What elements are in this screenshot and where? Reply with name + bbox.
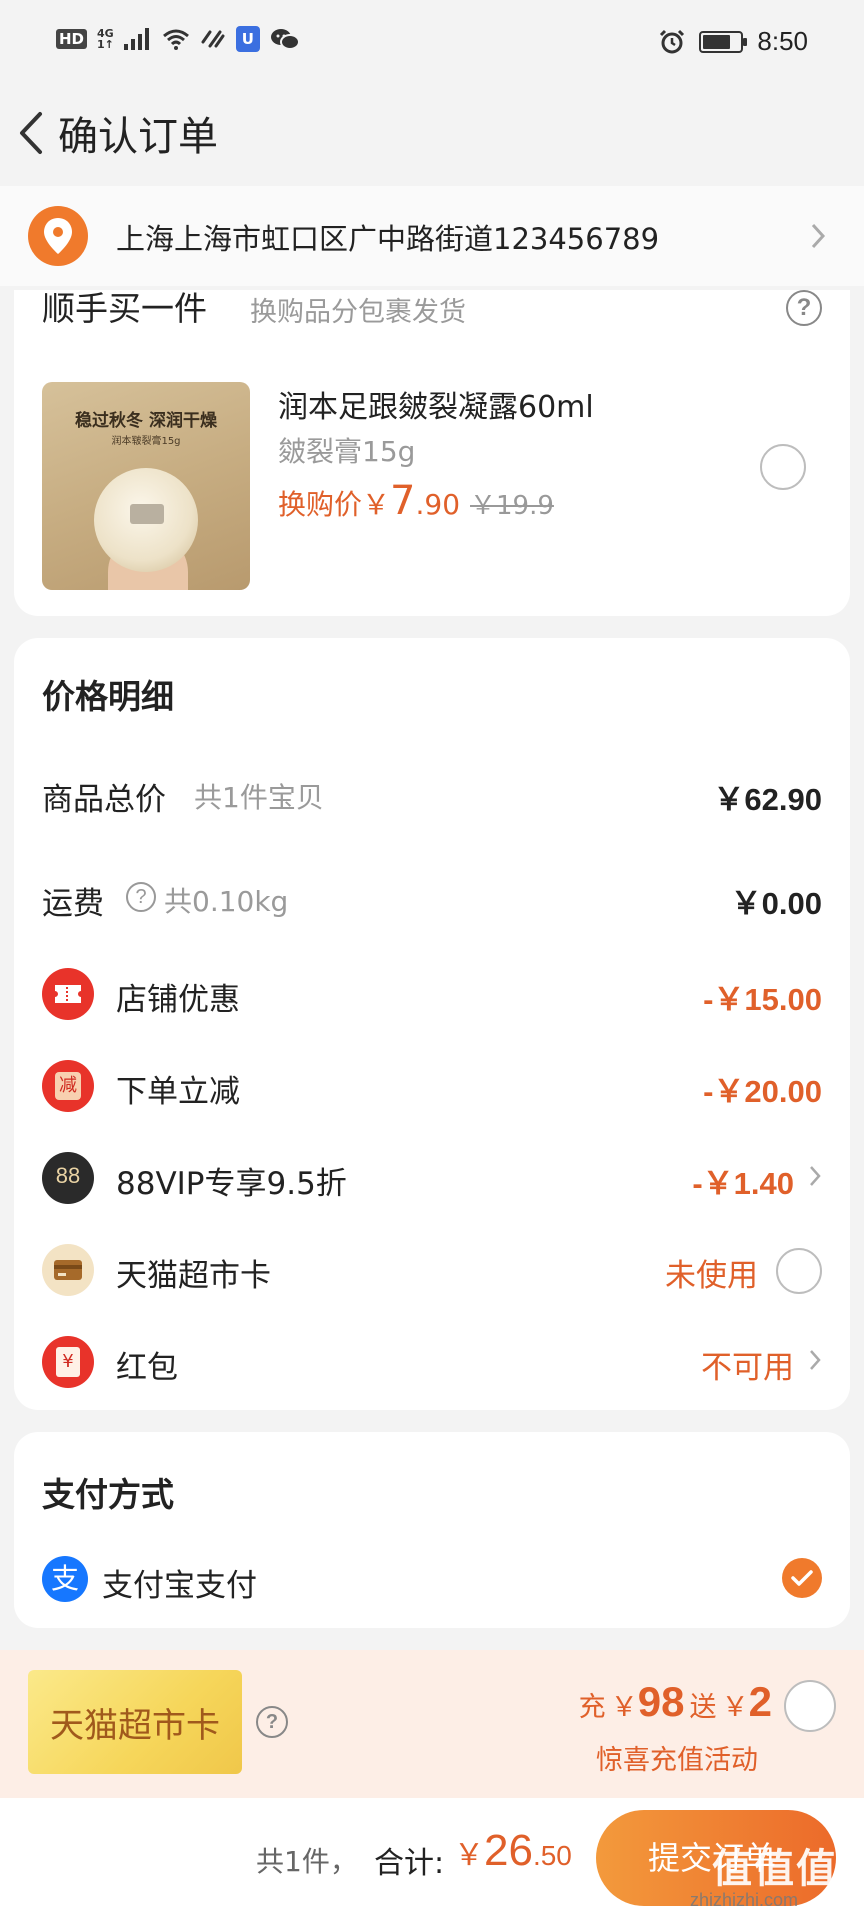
market-card-label: 天猫超市卡	[116, 1258, 271, 1294]
product-image-headline: 稳过秋冬 深润干燥	[75, 411, 217, 431]
alipay-icon: 支	[42, 1556, 88, 1602]
market-card-status: 未使用	[665, 1258, 758, 1293]
gift-amount: 2	[748, 1678, 772, 1725]
promo-select-radio[interactable]	[784, 1680, 836, 1732]
status-icons-right: 8:50	[659, 26, 808, 57]
price-detail-card: 价格明细 商品总价 共1件宝贝 ￥62.90 运费 ? 共0.10kg ￥0.0…	[14, 638, 850, 1410]
signal-icon	[123, 28, 149, 50]
address-bar[interactable]: 上海上海市虹口区广中路街道123456789	[0, 186, 864, 286]
header: 确认订单	[0, 84, 864, 180]
clock: 8:50	[757, 26, 808, 56]
product-spec: 皴裂膏15g	[278, 435, 416, 468]
order-discount-label: 下单立减	[116, 1074, 240, 1110]
total-integer: 26	[484, 1826, 533, 1875]
chevron-right-icon	[810, 1350, 821, 1370]
total-value: ￥62.90	[713, 782, 822, 817]
addon-select-radio[interactable]	[760, 444, 806, 490]
product-tin-graphic	[94, 468, 198, 572]
addon-subtitle: 换购品分包裹发货	[250, 297, 466, 328]
checked-icon[interactable]	[782, 1558, 822, 1598]
promo-card-label: 天猫超市卡	[50, 1706, 220, 1746]
gift-currency: ￥	[721, 1692, 749, 1723]
vip88-icon-text: 88	[55, 1163, 81, 1188]
chevron-right-icon	[811, 223, 826, 249]
charge-currency: ￥	[610, 1692, 638, 1723]
recharge-promo: 天猫超市卡 ? 充 ￥98 送 ￥2 惊喜充值活动	[0, 1650, 864, 1798]
payment-method-label[interactable]: 支付宝支付	[102, 1560, 257, 1605]
red-packet-status[interactable]: 不可用	[701, 1342, 794, 1387]
shipping-weight: 共0.10kg	[164, 885, 289, 918]
reduce-icon-text: 减	[55, 1072, 81, 1100]
total-decimal: .50	[532, 1840, 572, 1871]
address-text: 上海上海市虹口区广中路街道123456789	[116, 222, 660, 256]
price-decimal: .90	[415, 488, 461, 521]
shipping-label: 运费	[42, 886, 104, 922]
page-title: 确认订单	[58, 114, 218, 160]
product-image-caption: 润本皲裂膏15g	[111, 436, 181, 447]
promo-subtitle: 惊喜充值活动	[596, 1745, 758, 1776]
battery-icon	[699, 30, 748, 53]
price-integer: 7	[390, 478, 416, 524]
market-card-banner[interactable]: 天猫超市卡	[28, 1670, 242, 1774]
charge-label: 充	[578, 1692, 606, 1723]
help-icon[interactable]: ?	[786, 290, 822, 326]
product-image[interactable]: 稳过秋冬 深润干燥 润本皲裂膏15g	[42, 382, 250, 590]
total-label: 合计:	[374, 1846, 445, 1881]
product-price: 换购价￥7.90 ￥19.9	[278, 478, 554, 524]
coupon-icon	[42, 968, 94, 1020]
red-packet-icon: ¥	[42, 1336, 94, 1388]
original-price: ￥19.9	[470, 491, 554, 521]
wifi-icon	[162, 29, 189, 50]
addon-card: 顺手买一件 换购品分包裹发货 ? 稳过秋冬 深润干燥 润本皲裂膏15g 润本足跟…	[14, 289, 850, 616]
watermark: 值值值	[712, 1846, 838, 1892]
network-sub: 1↑	[97, 38, 114, 51]
payment-card: 支付方式 支 支付宝支付	[14, 1432, 850, 1628]
store-discount-value: -￥15.00	[703, 982, 822, 1017]
watermark-url: zhizhizhi.com	[690, 1890, 799, 1910]
total-currency: ￥	[454, 1838, 484, 1873]
vip-discount-value[interactable]: -￥1.40	[692, 1158, 794, 1203]
wechat-icon	[270, 29, 300, 50]
total-amount: ￥26.50	[454, 1826, 572, 1876]
promo-offer: 充 ￥98 送 ￥2	[579, 1678, 772, 1726]
market-card-radio[interactable]	[776, 1248, 822, 1294]
item-count: 共1件，	[256, 1845, 358, 1878]
store-discount-label: 店铺优惠	[116, 982, 240, 1018]
back-icon[interactable]	[10, 108, 54, 158]
market-card-icon	[42, 1244, 94, 1296]
vip88-icon: 88	[42, 1152, 94, 1204]
price-currency: ￥	[362, 488, 391, 521]
battery-fill	[703, 34, 731, 49]
link-icon	[201, 30, 225, 48]
red-packet-icon-text: ¥	[56, 1347, 80, 1377]
status-icons-left: HD 4G 1↑ U	[56, 26, 300, 52]
red-packet-label: 红包	[116, 1350, 178, 1386]
addon-title: 顺手买一件	[42, 289, 207, 328]
price-label: 换购价	[278, 488, 363, 521]
status-bar: HD 4G 1↑ U 8:50	[0, 0, 864, 84]
product-name: 润本足跟皴裂凝露60ml	[278, 390, 594, 425]
chevron-right-icon	[810, 1166, 821, 1186]
order-discount-value: -￥20.00	[703, 1074, 822, 1109]
promo-help-icon[interactable]: ?	[256, 1706, 288, 1738]
hd-icon: HD	[56, 29, 88, 49]
network-type: 4G 1↑	[97, 28, 114, 50]
shipping-help-icon[interactable]: ?	[126, 882, 156, 912]
shipping-value: ￥0.00	[730, 886, 822, 921]
payment-title: 支付方式	[42, 1475, 174, 1514]
alarm-icon	[660, 29, 685, 53]
shield-app-icon: U	[235, 26, 260, 52]
location-icon	[28, 206, 88, 266]
total-item-count: 共1件宝贝	[194, 781, 324, 814]
charge-amount: 98	[637, 1678, 685, 1725]
tin-label	[130, 504, 164, 524]
price-detail-title: 价格明细	[42, 677, 174, 716]
vip-discount-label: 88VIP专享9.5折	[116, 1166, 347, 1202]
reduce-icon: 减	[42, 1060, 94, 1112]
gift-label: 送	[689, 1692, 717, 1723]
total-label: 商品总价	[42, 782, 166, 818]
